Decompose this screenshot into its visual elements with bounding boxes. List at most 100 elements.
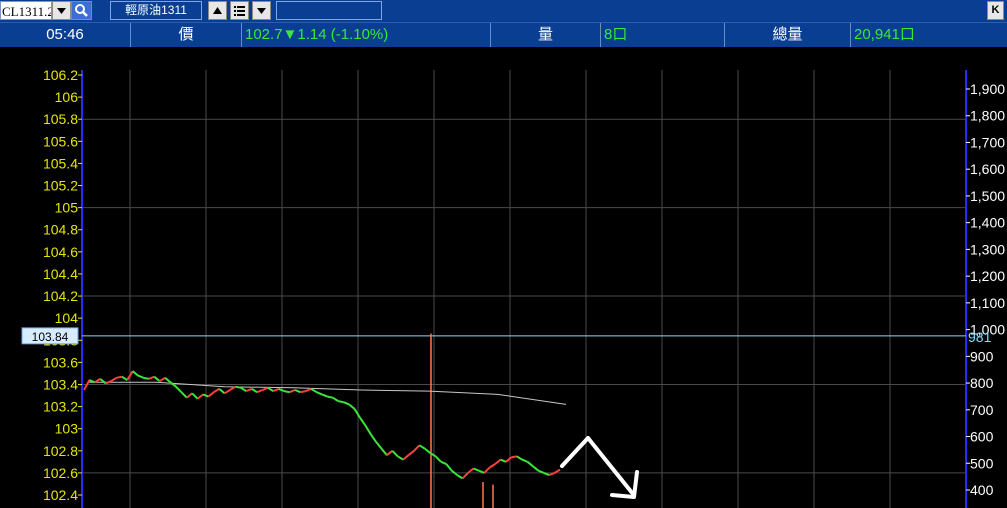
price-segment xyxy=(300,390,306,394)
scroll-up-button[interactable] xyxy=(208,1,227,20)
price-segment xyxy=(332,396,339,402)
price-segment xyxy=(413,444,421,452)
price-segment xyxy=(316,391,323,396)
price-segment xyxy=(467,467,475,474)
price-segment xyxy=(294,389,301,394)
price-segment xyxy=(526,461,534,468)
price-tick-label: 106.2 xyxy=(43,67,78,83)
price-segment xyxy=(110,376,118,383)
price-segment xyxy=(256,389,263,394)
magnifier-icon xyxy=(75,4,88,17)
annotation-arrow xyxy=(560,436,635,496)
quote-bar: 05:46 價 102.7▼1.14 (-1.10%) 量 8口 總量 20,9… xyxy=(0,23,1007,47)
price-segment xyxy=(407,450,415,456)
k-chart-button[interactable]: K xyxy=(987,1,1004,20)
price-tick-label: 104 xyxy=(55,310,79,326)
search-button[interactable] xyxy=(71,1,92,20)
price-segment xyxy=(202,393,209,398)
list-icon xyxy=(234,6,245,16)
chart-canvas[interactable]: 106.2 106 105.8 105.6 105.4 105.2 105 104.8 104.… xyxy=(0,48,1007,508)
price-tick-label: 105.8 xyxy=(43,111,78,127)
price-segment xyxy=(461,472,469,480)
volume-tick-label: 800 xyxy=(970,375,994,391)
price-segment xyxy=(278,387,285,393)
price-segment xyxy=(180,391,188,399)
price-segment xyxy=(272,387,280,393)
price-segment xyxy=(94,378,101,384)
price-segment xyxy=(175,385,183,393)
price-segment xyxy=(186,392,193,399)
price-segment xyxy=(494,458,502,465)
price-tick-label: 105.6 xyxy=(43,133,78,149)
price-segment xyxy=(364,424,372,435)
volume-tick-label: 700 xyxy=(970,402,994,418)
volume-tick-label: 1,600 xyxy=(970,161,1005,177)
volume-tick-label: 1,900 xyxy=(970,81,1005,97)
price-tick-label: 103.4 xyxy=(43,376,78,392)
price-segment xyxy=(348,403,356,410)
price-segment xyxy=(262,386,269,391)
triangle-up-icon xyxy=(213,7,222,14)
price-tick-label: 104.6 xyxy=(43,244,78,260)
price-segment xyxy=(397,455,404,461)
price-tick-label: 105.2 xyxy=(43,178,78,194)
price-segment xyxy=(369,433,377,443)
time-value: 05:46 xyxy=(0,23,131,47)
price-segment xyxy=(353,408,361,419)
price-segment xyxy=(196,393,204,400)
price-segment xyxy=(164,377,172,384)
price-segment xyxy=(153,375,161,382)
volume-tick-label: 1,400 xyxy=(970,215,1005,231)
price-segment xyxy=(143,376,150,380)
price-segment xyxy=(245,387,253,393)
price-segment xyxy=(500,458,507,463)
price-segment xyxy=(116,375,123,379)
symbol-dropdown-button[interactable] xyxy=(52,1,71,20)
volume-tick-label: 1,200 xyxy=(970,268,1005,284)
price-segment xyxy=(235,385,242,389)
total-volume-value: 20,941口 xyxy=(854,26,915,43)
price-tick-label: 103.6 xyxy=(43,354,78,370)
price-segment xyxy=(191,392,199,400)
volume-tick-label: 500 xyxy=(970,455,994,471)
price-tick-label: 106 xyxy=(55,89,79,105)
reference-price-label: 103.84 xyxy=(32,330,69,344)
price-segment xyxy=(359,417,367,426)
reference-volume-label: 981 xyxy=(968,329,992,345)
price-segment xyxy=(456,474,464,480)
volume-tick-label: 1,800 xyxy=(970,108,1005,124)
price-segment xyxy=(532,465,540,472)
price-segment xyxy=(402,454,410,461)
price-segment xyxy=(83,379,91,391)
price-tick-label: 104.2 xyxy=(43,288,78,304)
volume-tick-label: 1,100 xyxy=(970,295,1005,311)
price-value: 102.7▼1.14 (-1.10%) xyxy=(242,23,491,47)
price-segment xyxy=(132,370,139,377)
price-tick-label: 105 xyxy=(55,200,79,216)
volume-tick-label: 900 xyxy=(970,348,994,364)
price-segment xyxy=(391,450,399,458)
price-segment xyxy=(105,380,112,385)
price-segment xyxy=(305,387,312,393)
price-segment xyxy=(445,463,453,472)
price-segment xyxy=(321,393,328,398)
symbol-input[interactable]: CL1311.20 xyxy=(0,1,52,20)
toolbar: CL1311.20 輕原油1311 K xyxy=(0,0,1007,23)
price-tick-label: 103.2 xyxy=(43,399,78,415)
triangle-down-icon xyxy=(257,8,266,14)
price-segment xyxy=(148,375,155,380)
intraday-chart[interactable]: 106.2 106 105.8 105.6 105.4 105.2 105 104.8 104.… xyxy=(0,48,1007,508)
price-tick-label: 104.8 xyxy=(43,222,78,238)
dropdown-button[interactable] xyxy=(252,1,271,20)
price-segment xyxy=(386,450,393,456)
price-segment xyxy=(516,455,523,461)
price-segment xyxy=(424,447,431,454)
empty-field[interactable] xyxy=(276,1,382,20)
price-segment xyxy=(310,388,318,394)
volume-value: 8口 xyxy=(601,23,725,47)
product-name: 輕原油1311 xyxy=(110,1,202,20)
price-segment xyxy=(343,401,350,406)
list-button[interactable] xyxy=(230,1,249,20)
total-volume-label: 總量 xyxy=(725,23,851,47)
moving-average-line xyxy=(88,381,567,405)
